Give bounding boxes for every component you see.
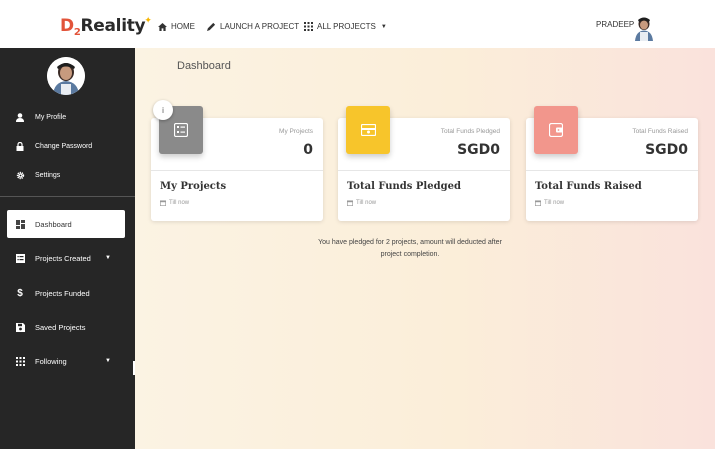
main-content: Dashboard i My Projects 0 My Projects Ti…: [135, 48, 715, 449]
site-logo[interactable]: D2Reality✦: [60, 16, 153, 38]
pencil-icon: [207, 22, 216, 31]
nav-all-projects-label: ALL PROJECTS: [317, 22, 376, 31]
sidebar-item-dashboard[interactable]: Dashboard: [0, 210, 135, 238]
card-value: SGD0: [645, 142, 688, 158]
user-icon: [14, 111, 26, 123]
lock-icon: [14, 140, 26, 152]
sidebar-item-my-profile[interactable]: My Profile: [0, 109, 135, 125]
card-divider: [151, 170, 323, 171]
spark-icon: ✦: [144, 16, 152, 26]
card-caption: Total Funds Pledged: [440, 128, 500, 135]
sidebar-item-change-password[interactable]: Change Password: [0, 138, 135, 154]
grid-icon: [304, 22, 313, 31]
card-caption: Total Funds Raised: [632, 128, 688, 135]
sidebar: My Profile Change Password Settings Dash…: [0, 48, 135, 449]
nav-launch-link[interactable]: LAUNCH A PROJECT: [207, 22, 299, 31]
page-title: Dashboard: [177, 60, 231, 72]
card-divider: [338, 170, 510, 171]
gear-icon: [14, 169, 26, 181]
chevron-down-icon: ▼: [105, 358, 111, 364]
card-total-funds-raised[interactable]: Total Funds Raised SGD0 Total Funds Rais…: [526, 106, 698, 221]
nav-home-label: HOME: [171, 22, 195, 31]
card-my-projects[interactable]: My Projects 0 My Projects Till now: [151, 106, 323, 221]
checklist-icon: [174, 123, 188, 137]
nav-all-projects-dropdown[interactable]: ALL PROJECTS ▼: [304, 22, 387, 31]
sidebar-item-projects-created[interactable]: Projects Created ▼: [0, 244, 135, 272]
card-value: 0: [303, 142, 313, 158]
list-icon: [14, 252, 26, 264]
grid-icon: [14, 355, 26, 367]
sidebar-item-saved-projects[interactable]: Saved Projects: [0, 313, 135, 341]
chevron-down-icon: ▼: [105, 255, 111, 261]
top-navbar: D2Reality✦ HOME LAUNCH A PROJECT ALL PRO…: [0, 0, 715, 48]
sidebar-item-following[interactable]: Following ▼: [0, 347, 135, 375]
dollar-icon: $: [17, 287, 23, 299]
money-icon: [360, 124, 376, 136]
card-divider: [526, 170, 698, 171]
card-icon-box: [534, 106, 578, 154]
card-title: My Projects: [160, 181, 227, 192]
card-value: SGD0: [457, 142, 500, 158]
chevron-down-icon: ▼: [380, 23, 387, 30]
pledge-note: You have pledged for 2 projects, amount …: [318, 239, 502, 258]
sidebar-avatar[interactable]: [47, 57, 85, 95]
calendar-icon: [160, 200, 166, 206]
card-title: Total Funds Pledged: [347, 181, 461, 192]
card-icon-box: [346, 106, 390, 154]
user-name[interactable]: PRADEEP: [596, 20, 634, 29]
profile-photo: [47, 57, 85, 95]
wallet-icon: [549, 123, 563, 137]
sidebar-item-settings[interactable]: Settings: [0, 167, 135, 183]
home-icon: [158, 22, 167, 31]
avatar[interactable]: [632, 15, 656, 41]
dashboard-icon: [14, 218, 26, 230]
calendar-icon: [535, 200, 541, 206]
card-title: Total Funds Raised: [535, 181, 642, 192]
calendar-icon: [347, 200, 353, 206]
sidebar-item-projects-funded[interactable]: $ Projects Funded: [0, 279, 135, 307]
card-total-funds-pledged[interactable]: Total Funds Pledged SGD0 Total Funds Ple…: [338, 106, 510, 221]
card-footer: Till now: [347, 200, 376, 206]
card-footer: Till now: [535, 200, 564, 206]
nav-launch-label: LAUNCH A PROJECT: [220, 22, 300, 31]
nav-home-link[interactable]: HOME: [158, 22, 195, 31]
card-footer: Till now: [160, 200, 189, 206]
sidebar-divider: [0, 196, 135, 197]
card-caption: My Projects: [279, 128, 313, 135]
save-icon: [14, 321, 26, 333]
info-button[interactable]: i: [153, 100, 173, 120]
